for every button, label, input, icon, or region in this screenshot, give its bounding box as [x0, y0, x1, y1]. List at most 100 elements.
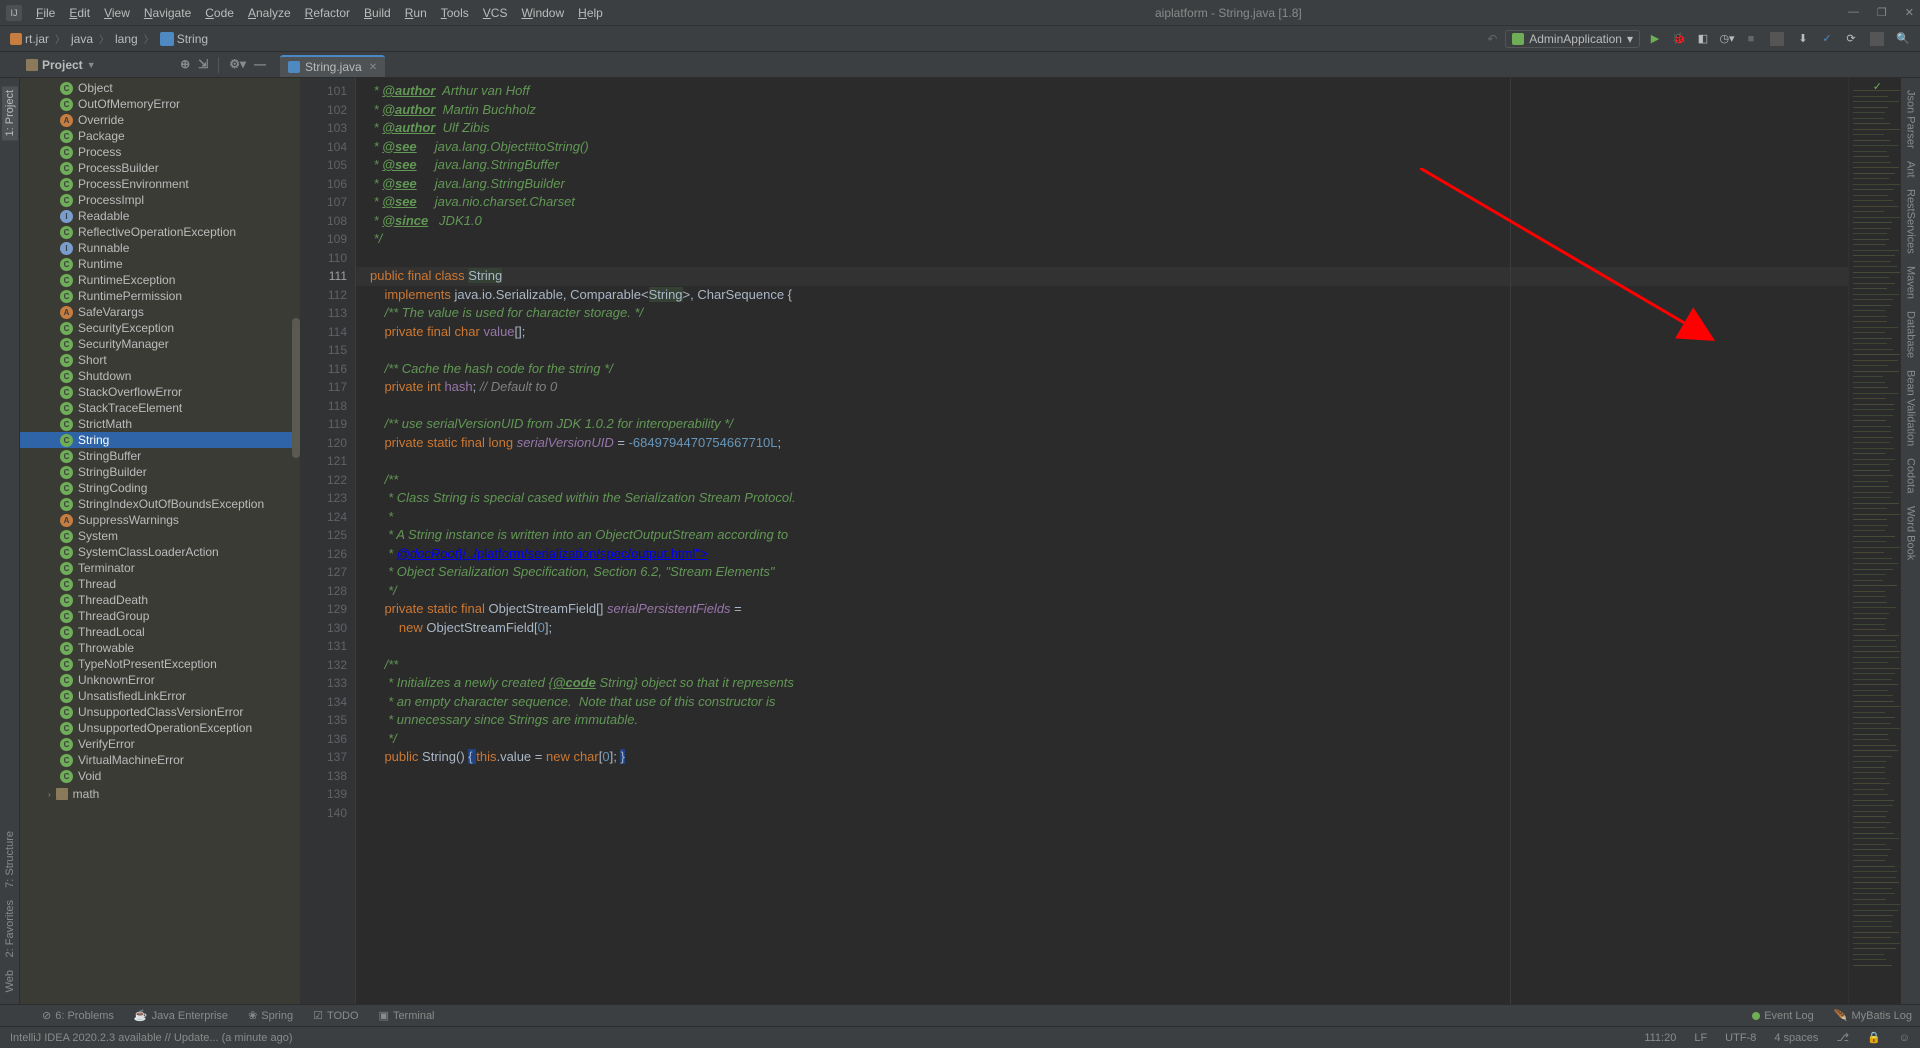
- stop-icon[interactable]: ■: [1744, 32, 1758, 46]
- tree-item-runtimepermission[interactable]: CRuntimePermission: [20, 288, 300, 304]
- crumb-java[interactable]: java: [71, 32, 93, 46]
- search-icon[interactable]: 🔍: [1896, 32, 1910, 46]
- web-tab[interactable]: Web: [2, 966, 18, 996]
- tree-item-virtualmachineerror[interactable]: CVirtualMachineError: [20, 752, 300, 768]
- tree-item-threaddeath[interactable]: CThreadDeath: [20, 592, 300, 608]
- minimize-icon[interactable]: —: [1848, 6, 1859, 19]
- tree-item-process[interactable]: CProcess: [20, 144, 300, 160]
- tree-item-stringindexoutofboundsexception[interactable]: CStringIndexOutOfBoundsException: [20, 496, 300, 512]
- coverage-icon[interactable]: ◧: [1696, 32, 1710, 46]
- debug-icon[interactable]: 🐞: [1672, 32, 1686, 46]
- crumb-lang[interactable]: lang: [115, 32, 138, 46]
- caret-pos[interactable]: 111:20: [1644, 1032, 1676, 1044]
- tree-item-system[interactable]: CSystem: [20, 528, 300, 544]
- encoding[interactable]: UTF-8: [1725, 1032, 1756, 1044]
- tree-item-string[interactable]: CString: [20, 432, 300, 448]
- tree-item-systemclassloaderaction[interactable]: CSystemClassLoaderAction: [20, 544, 300, 560]
- run-config-select[interactable]: AdminApplication ▾: [1505, 30, 1640, 48]
- favorites-tab[interactable]: 2: Favorites: [2, 896, 18, 961]
- tree-item-safevarargs[interactable]: ASafeVarargs: [20, 304, 300, 320]
- right-tab-maven[interactable]: Maven: [1903, 262, 1919, 303]
- tree-item-threadlocal[interactable]: CThreadLocal: [20, 624, 300, 640]
- vcs-history-icon[interactable]: ⟳: [1844, 32, 1858, 46]
- minimap[interactable]: ✓: [1848, 78, 1900, 1004]
- problems-tab[interactable]: ⊘ 6: Problems: [42, 1009, 114, 1022]
- menu-help[interactable]: Help: [572, 4, 609, 22]
- tree-item-void[interactable]: CVoid: [20, 768, 300, 784]
- tree-item-stringcoding[interactable]: CStringCoding: [20, 480, 300, 496]
- right-tab-database[interactable]: Database: [1903, 307, 1919, 362]
- sidebar-scrollbar[interactable]: [292, 318, 300, 458]
- mybatis-log-tab[interactable]: 🪶 MyBatis Log: [1834, 1009, 1912, 1022]
- tree-folder-math[interactable]: › math: [20, 786, 300, 802]
- terminal-tab[interactable]: ▣ Terminal: [379, 1009, 435, 1022]
- git-branch-icon[interactable]: ⎇: [1836, 1031, 1849, 1044]
- tree-item-terminator[interactable]: CTerminator: [20, 560, 300, 576]
- tree-item-suppresswarnings[interactable]: ASuppressWarnings: [20, 512, 300, 528]
- menu-run[interactable]: Run: [399, 4, 433, 22]
- tree-item-stacktraceelement[interactable]: CStackTraceElement: [20, 400, 300, 416]
- tree-item-threadgroup[interactable]: CThreadGroup: [20, 608, 300, 624]
- target-icon[interactable]: ⊕: [180, 57, 190, 73]
- vcs-commit-icon[interactable]: ✓: [1820, 32, 1834, 46]
- tree-item-reflectiveoperationexception[interactable]: CReflectiveOperationException: [20, 224, 300, 240]
- status-message[interactable]: IntelliJ IDEA 2020.2.3 available // Upda…: [10, 1032, 293, 1044]
- code-area[interactable]: * @author Arthur van Hoff * @author Mart…: [356, 78, 1848, 1004]
- right-tab-word-book[interactable]: Word Book: [1903, 502, 1919, 564]
- tree-item-short[interactable]: CShort: [20, 352, 300, 368]
- hide-icon[interactable]: —: [254, 57, 266, 73]
- tab-close-icon[interactable]: ✕: [369, 62, 377, 73]
- smile-icon[interactable]: ☺: [1899, 1032, 1910, 1044]
- nav-back-icon[interactable]: ↶: [1487, 32, 1497, 46]
- crumb-rtjar[interactable]: rt.jar: [10, 32, 49, 46]
- tree-item-processimpl[interactable]: CProcessImpl: [20, 192, 300, 208]
- project-tree[interactable]: CObjectCOutOfMemoryErrorAOverrideCPackag…: [20, 78, 300, 1004]
- editor-tab-string[interactable]: String.java ✕: [280, 55, 385, 77]
- menu-window[interactable]: Window: [515, 4, 570, 22]
- tree-item-unsupportedclassversionerror[interactable]: CUnsupportedClassVersionError: [20, 704, 300, 720]
- menu-navigate[interactable]: Navigate: [138, 4, 197, 22]
- menu-build[interactable]: Build: [358, 4, 397, 22]
- tree-item-stackoverflowerror[interactable]: CStackOverflowError: [20, 384, 300, 400]
- menu-vcs[interactable]: VCS: [477, 4, 514, 22]
- tree-item-runnable[interactable]: IRunnable: [20, 240, 300, 256]
- line-separator[interactable]: LF: [1694, 1032, 1707, 1044]
- tree-item-object[interactable]: CObject: [20, 80, 300, 96]
- menu-edit[interactable]: Edit: [63, 4, 96, 22]
- tree-item-runtimeexception[interactable]: CRuntimeException: [20, 272, 300, 288]
- tree-item-unsatisfiedlinkerror[interactable]: CUnsatisfiedLinkError: [20, 688, 300, 704]
- maximize-icon[interactable]: ❐: [1877, 6, 1887, 19]
- tree-item-unknownerror[interactable]: CUnknownError: [20, 672, 300, 688]
- menu-refactor[interactable]: Refactor: [299, 4, 356, 22]
- project-tab[interactable]: 1: Project: [2, 86, 18, 140]
- expand-icon[interactable]: ⇲: [198, 57, 208, 73]
- menu-file[interactable]: File: [30, 4, 61, 22]
- run-icon[interactable]: ▶: [1648, 32, 1662, 46]
- right-tab-restservices[interactable]: RestServices: [1903, 185, 1919, 258]
- tree-item-shutdown[interactable]: CShutdown: [20, 368, 300, 384]
- tree-item-strictmath[interactable]: CStrictMath: [20, 416, 300, 432]
- menu-view[interactable]: View: [98, 4, 136, 22]
- tree-item-unsupportedoperationexception[interactable]: CUnsupportedOperationException: [20, 720, 300, 736]
- menu-code[interactable]: Code: [199, 4, 240, 22]
- spring-tab[interactable]: ❀ Spring: [248, 1009, 293, 1022]
- menu-analyze[interactable]: Analyze: [242, 4, 297, 22]
- right-tab-codota[interactable]: Codota: [1903, 454, 1919, 497]
- indent[interactable]: 4 spaces: [1774, 1032, 1818, 1044]
- tree-item-securitymanager[interactable]: CSecurityManager: [20, 336, 300, 352]
- editor[interactable]: 1011021031041051061071081091101111121131…: [300, 78, 1900, 1004]
- todo-tab[interactable]: ☑ TODO: [313, 1009, 358, 1022]
- close-icon[interactable]: ✕: [1905, 6, 1914, 19]
- tree-item-stringbuilder[interactable]: CStringBuilder: [20, 464, 300, 480]
- vcs-update-icon[interactable]: ⬇: [1796, 32, 1810, 46]
- structure-tab[interactable]: 7: Structure: [2, 827, 18, 892]
- tree-item-override[interactable]: AOverride: [20, 112, 300, 128]
- event-log-tab[interactable]: Event Log: [1752, 1010, 1814, 1022]
- right-tab-ant[interactable]: Ant: [1903, 157, 1919, 182]
- tree-item-processenvironment[interactable]: CProcessEnvironment: [20, 176, 300, 192]
- tree-item-processbuilder[interactable]: CProcessBuilder: [20, 160, 300, 176]
- right-tab-bean-validation[interactable]: Bean Validation: [1903, 366, 1919, 450]
- tree-item-runtime[interactable]: CRuntime: [20, 256, 300, 272]
- gear-icon[interactable]: ⚙▾: [229, 57, 246, 73]
- tree-item-securityexception[interactable]: CSecurityException: [20, 320, 300, 336]
